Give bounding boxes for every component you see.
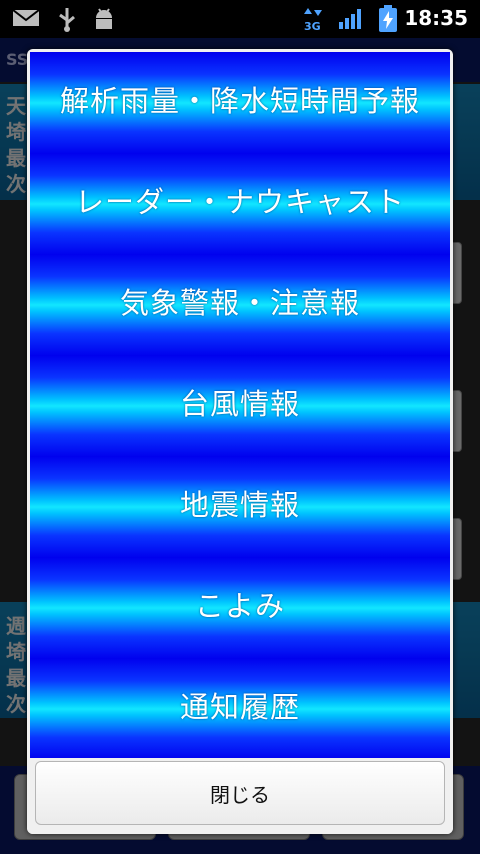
- signal-icon: [338, 8, 364, 34]
- close-button[interactable]: 閉じる: [35, 761, 445, 825]
- menu-item-typhoon-info[interactable]: 台風情報: [30, 355, 450, 457]
- menu-item-label: 解析雨量・降水短時間予報: [59, 84, 420, 118]
- menu-item-earthquake-info[interactable]: 地震情報: [30, 456, 450, 558]
- menu-item-label: こよみ: [194, 589, 285, 623]
- svg-text:3G: 3G: [304, 20, 321, 32]
- menu-item-label: 地震情報: [179, 488, 300, 522]
- mail-icon: [12, 8, 40, 32]
- dialog-button-bar: 閉じる: [27, 758, 453, 834]
- status-bar: 3G 18:35: [0, 0, 480, 38]
- menu-item-rainfall-analysis[interactable]: 解析雨量・降水短時間予報: [30, 52, 450, 154]
- menu-item-radar-nowcast[interactable]: レーダー・ナウキャスト: [30, 153, 450, 255]
- menu-item-label: 気象警報・注意報: [119, 286, 360, 320]
- usb-icon: [56, 6, 78, 36]
- menu-item-weather-warnings[interactable]: 気象警報・注意報: [30, 254, 450, 356]
- battery-charging-icon: [378, 5, 398, 37]
- menu-item-calendar[interactable]: こよみ: [30, 557, 450, 659]
- menu-list: 解析雨量・降水短時間予報 レーダー・ナウキャスト 気象警報・注意報 台風情報 地…: [30, 52, 450, 760]
- network-3g-icon: 3G: [302, 6, 324, 36]
- clock-time: 18:35: [404, 6, 468, 30]
- menu-item-label: 台風情報: [179, 387, 300, 421]
- menu-item-label: レーダー・ナウキャスト: [74, 185, 405, 219]
- menu-dialog: 解析雨量・降水短時間予報 レーダー・ナウキャスト 気象警報・注意報 台風情報 地…: [27, 49, 453, 834]
- menu-item-label: 通知履歴: [179, 690, 300, 724]
- menu-item-notification-history[interactable]: 通知履歴: [30, 658, 450, 760]
- android-debug-icon: [92, 8, 116, 34]
